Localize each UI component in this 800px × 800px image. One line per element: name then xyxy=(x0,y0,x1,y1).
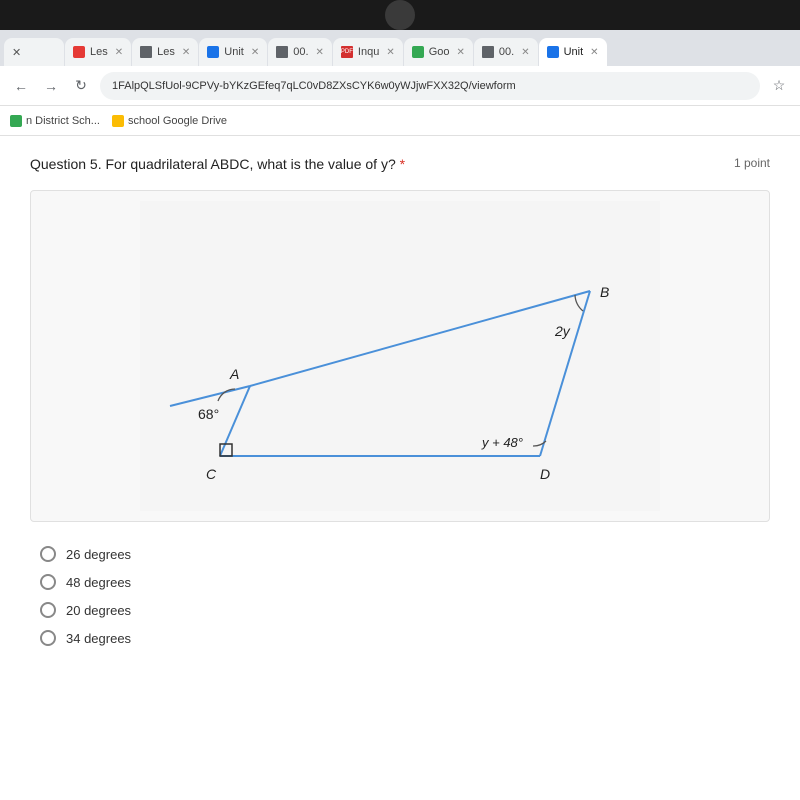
tab-close-4[interactable]: ✕ xyxy=(316,47,324,58)
tab-close-8[interactable]: ✕ xyxy=(590,47,598,58)
bookmark-favicon-2 xyxy=(112,115,124,127)
bookmark-label-1: n District Sch... xyxy=(26,115,100,127)
tab-label-2: Les xyxy=(157,46,175,58)
bookmarks-bar: n District Sch... school Google Drive xyxy=(0,106,800,136)
top-bar xyxy=(0,0,800,30)
tab-label-1: Les xyxy=(90,46,108,58)
forward-button[interactable]: → xyxy=(40,75,62,97)
answer-option-1[interactable]: 26 degrees xyxy=(40,546,770,562)
tab-favicon-3 xyxy=(207,46,219,58)
tab-favicon-6 xyxy=(412,46,424,58)
camera-dot xyxy=(385,0,415,30)
answer-option-3[interactable]: 20 degrees xyxy=(40,602,770,618)
tab-favicon-5: PDF xyxy=(341,46,353,58)
browser-window: ✕ Les ✕ Les ✕ Unit ✕ 00. ✕ PDF Inqu ✕ xyxy=(0,30,800,800)
tab-label-8: Unit xyxy=(564,46,584,58)
tab-extra-x[interactable]: ✕ xyxy=(4,38,64,66)
question-header: Question 5. For quadrilateral ABDC, what… xyxy=(30,156,770,172)
address-bar-row: ← → ↻ 1FAlpQLSfUol-9CPVy-bYKzGEfeq7qLC0v… xyxy=(0,66,800,106)
vertex-b-label: B xyxy=(600,284,609,300)
tab-label-3: Unit xyxy=(224,46,244,58)
tab-close-1[interactable]: ✕ xyxy=(115,47,123,58)
tab-x-label: ✕ xyxy=(12,46,21,59)
question-text-main: Question 5. For quadrilateral ABDC, what… xyxy=(30,156,396,172)
address-text: 1FAlpQLSfUol-9CPVy-bYKzGEfeq7qLC0vD8ZXsC… xyxy=(112,80,516,92)
tab-bar: ✕ Les ✕ Les ✕ Unit ✕ 00. ✕ PDF Inqu ✕ xyxy=(0,30,800,66)
content-area: Question 5. For quadrilateral ABDC, what… xyxy=(0,136,800,800)
tab-les-2[interactable]: Les ✕ xyxy=(132,38,198,66)
bookmark-label-2: school Google Drive xyxy=(128,115,227,127)
tab-goo[interactable]: Goo ✕ xyxy=(404,38,473,66)
tab-unit-2[interactable]: Unit ✕ xyxy=(539,38,607,66)
radio-3[interactable] xyxy=(40,602,56,618)
diagram-container: A B C D 68° 2y y + 48° xyxy=(30,190,770,522)
tab-favicon-2 xyxy=(140,46,152,58)
answer-label-1: 26 degrees xyxy=(66,547,131,562)
tab-favicon-4 xyxy=(276,46,288,58)
answer-label-3: 20 degrees xyxy=(66,603,131,618)
vertex-c-label: C xyxy=(206,466,217,482)
answer-label-4: 34 degrees xyxy=(66,631,131,646)
angle-a-label: 68° xyxy=(198,406,219,422)
bookmark-google-drive[interactable]: school Google Drive xyxy=(112,115,227,127)
tab-label-4: 00. xyxy=(293,46,308,58)
back-button[interactable]: ← xyxy=(10,75,32,97)
address-bar[interactable]: 1FAlpQLSfUol-9CPVy-bYKzGEfeq7qLC0vD8ZXsC… xyxy=(100,72,760,100)
star-button[interactable]: ☆ xyxy=(768,75,790,97)
vertex-d-label: D xyxy=(540,466,550,482)
tab-00-1[interactable]: 00. ✕ xyxy=(268,38,332,66)
required-marker: * xyxy=(396,156,405,172)
answer-option-2[interactable]: 48 degrees xyxy=(40,574,770,590)
tab-favicon-7 xyxy=(482,46,494,58)
tab-label-5: Inqu xyxy=(358,46,379,58)
tab-favicon-8 xyxy=(547,46,559,58)
tab-label-6: Goo xyxy=(429,46,450,58)
answer-option-4[interactable]: 34 degrees xyxy=(40,630,770,646)
point-label: 1 point xyxy=(734,156,770,170)
radio-4[interactable] xyxy=(40,630,56,646)
radio-1[interactable] xyxy=(40,546,56,562)
tab-les-1[interactable]: Les ✕ xyxy=(65,38,131,66)
bookmark-favicon-1 xyxy=(10,115,22,127)
tab-close-3[interactable]: ✕ xyxy=(251,47,259,58)
angle-b-label: 2y xyxy=(554,323,571,339)
bookmark-district[interactable]: n District Sch... xyxy=(10,115,100,127)
angle-d-label: y + 48° xyxy=(481,435,523,450)
tab-favicon-1 xyxy=(73,46,85,58)
tab-close-6[interactable]: ✕ xyxy=(457,47,465,58)
diagram-svg: A B C D 68° 2y y + 48° xyxy=(140,201,660,511)
tab-close-7[interactable]: ✕ xyxy=(521,47,529,58)
answer-label-2: 48 degrees xyxy=(66,575,131,590)
tab-unit-1[interactable]: Unit ✕ xyxy=(199,38,267,66)
tab-close-5[interactable]: ✕ xyxy=(386,47,394,58)
answer-choices: 26 degrees 48 degrees 20 degrees 34 degr… xyxy=(30,546,770,646)
tab-inqu[interactable]: PDF Inqu ✕ xyxy=(333,38,403,66)
vertex-a-label: A xyxy=(229,366,239,382)
tab-label-7: 00. xyxy=(499,46,514,58)
tab-close-2[interactable]: ✕ xyxy=(182,47,190,58)
tab-00-2[interactable]: 00. ✕ xyxy=(474,38,538,66)
question-text: Question 5. For quadrilateral ABDC, what… xyxy=(30,156,405,172)
radio-2[interactable] xyxy=(40,574,56,590)
reload-button[interactable]: ↻ xyxy=(70,75,92,97)
